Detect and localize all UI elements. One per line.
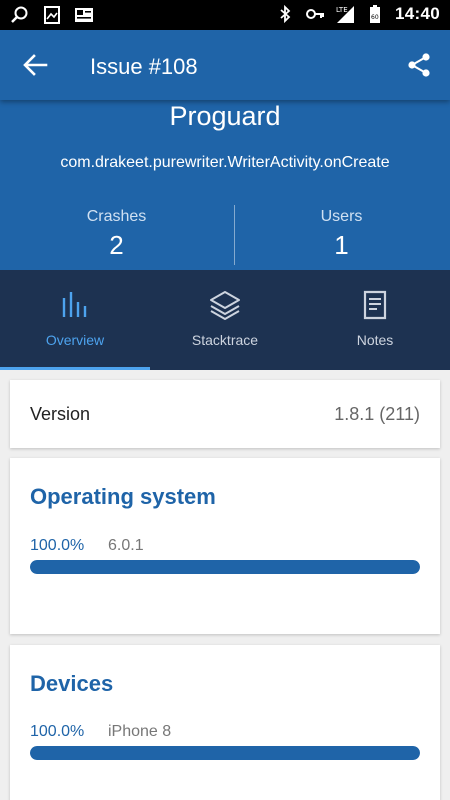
app-bar: Issue #108 <box>0 30 450 100</box>
svg-text:LTE: LTE <box>336 6 348 14</box>
lte-signal-icon: LTE <box>336 6 355 23</box>
devices-progress-fill <box>30 746 420 760</box>
operating-system-title: Operating system <box>30 484 216 509</box>
users-value: 1 <box>334 230 349 260</box>
svg-text:60: 60 <box>371 14 379 21</box>
search-icon <box>11 6 28 23</box>
tab-stacktrace[interactable]: Stacktrace <box>150 270 300 370</box>
issue-name: Proguard <box>169 101 281 131</box>
users-label: Users <box>320 208 363 225</box>
issue-header: Proguard com.drakeet.purewriter.WriterAc… <box>0 100 450 270</box>
devices-progress-bar <box>30 746 420 760</box>
devices-card: Devices 100.0% iPhone 8 <box>10 645 440 800</box>
tab-overview-label: Overview <box>45 332 105 348</box>
bluetooth-icon <box>280 4 291 24</box>
operating-system-card: Operating system 100.0% 6.0.1 <box>10 458 440 634</box>
operating-system-version: 6.0.1 <box>108 537 144 554</box>
version-card: Version 1.8.1 (211) <box>10 380 440 448</box>
crashes-stat: Crashes 2 <box>4 208 229 261</box>
status-time: 14:40 <box>395 4 440 23</box>
arrow-back-icon[interactable] <box>22 53 48 77</box>
users-stat: Users 1 <box>229 208 450 261</box>
issue-method: com.drakeet.purewriter.WriterActivity.on… <box>60 154 390 171</box>
note-icon <box>363 290 387 320</box>
operating-system-percent: 100.0% <box>30 537 85 554</box>
layers-icon <box>210 291 240 320</box>
page-title: Issue #108 <box>90 54 198 79</box>
battery-icon: 60 <box>370 5 381 23</box>
tab-stacktrace-label: Stacktrace <box>191 332 259 348</box>
tab-bar: Overview Stacktrace Notes <box>0 270 450 370</box>
image-icon <box>44 6 60 24</box>
version-label: Version <box>30 404 91 424</box>
tab-overview[interactable]: Overview <box>0 270 150 370</box>
devices-model: iPhone 8 <box>108 723 172 740</box>
crashes-label: Crashes <box>86 208 147 225</box>
crashes-value: 2 <box>109 230 124 260</box>
bar-chart-icon <box>62 292 87 317</box>
share-icon[interactable] <box>406 52 432 78</box>
operating-system-progress-bar <box>30 560 420 574</box>
tab-notes-label: Notes <box>356 332 394 348</box>
status-bar: LTE 60 14:40 <box>0 0 450 30</box>
news-icon <box>75 8 93 22</box>
vpn-key-icon <box>306 9 325 19</box>
devices-percent: 100.0% <box>30 723 85 740</box>
version-value: 1.8.1 (211) <box>334 404 420 424</box>
devices-title: Devices <box>30 671 114 696</box>
tab-notes[interactable]: Notes <box>300 270 450 370</box>
operating-system-progress-fill <box>30 560 420 574</box>
